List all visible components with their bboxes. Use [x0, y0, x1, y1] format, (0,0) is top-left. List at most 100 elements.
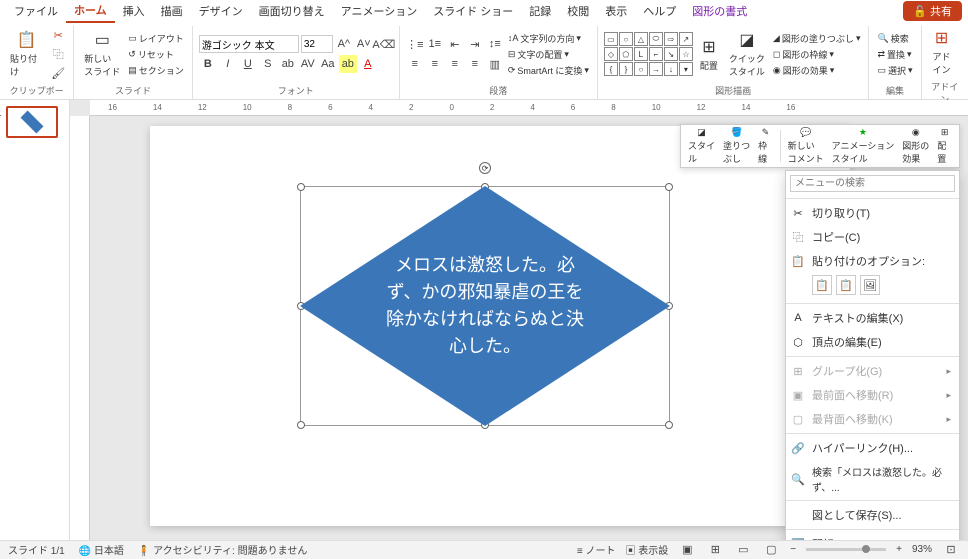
- slide-thumbnail-1[interactable]: 1: [6, 106, 58, 138]
- font-size-select[interactable]: [301, 35, 333, 53]
- ctx-hyperlink[interactable]: 🔗ハイパーリンク(H)...: [786, 436, 959, 460]
- spacing-button[interactable]: AV: [299, 55, 317, 73]
- paste-opt-1[interactable]: 📋: [812, 275, 832, 295]
- grow-font-icon[interactable]: A^: [335, 35, 353, 53]
- ctx-copy[interactable]: ⿻コピー(C): [786, 225, 959, 249]
- case-button[interactable]: Aa: [319, 55, 337, 73]
- fit-window-icon[interactable]: ⊡: [942, 541, 960, 559]
- view-slideshow-icon[interactable]: ▢: [762, 541, 780, 559]
- shape-text[interactable]: メロスは激怒した。必ず、かの邪知暴虐の王を除かなければならぬと決心した。: [380, 252, 590, 360]
- highlight-button[interactable]: ab: [339, 55, 357, 73]
- find-button[interactable]: 🔍 検索: [875, 31, 914, 46]
- mini-outline-button[interactable]: ✎枠線: [755, 125, 776, 167]
- tab-transitions[interactable]: 画面切り替え: [251, 0, 333, 22]
- diamond-shape[interactable]: メロスは激怒した。必ず、かの邪知暴虐の王を除かなければならぬと決心した。: [300, 186, 670, 426]
- align-right-button[interactable]: ≡: [446, 55, 464, 73]
- indent-dec-button[interactable]: ⇤: [446, 35, 464, 53]
- tab-draw[interactable]: 描画: [153, 0, 191, 22]
- tab-shape-format[interactable]: 図形の書式: [684, 0, 755, 22]
- replace-button[interactable]: ⇄ 置換 ▾: [875, 47, 914, 62]
- align-left-button[interactable]: ≡: [406, 55, 424, 73]
- selected-shape[interactable]: ⟳ メロスは激怒した。必ず、かの邪知暴虐の王を除かなければならぬと決心した。: [300, 186, 670, 426]
- columns-button[interactable]: ▥: [486, 55, 504, 73]
- tab-design[interactable]: デザイン: [191, 0, 251, 22]
- tab-review[interactable]: 校閲: [559, 0, 597, 22]
- view-reading-icon[interactable]: ▭: [734, 541, 752, 559]
- select-button[interactable]: ▭ 選択 ▾: [875, 63, 914, 78]
- strike-button[interactable]: S: [259, 55, 277, 73]
- ctx-search[interactable]: 🔍検索「メロスは激怒した。必ず、...: [786, 460, 959, 498]
- view-normal-icon[interactable]: ▣: [678, 541, 696, 559]
- ctx-edit-text[interactable]: Aテキストの編集(X): [786, 306, 959, 330]
- ctx-save-picture[interactable]: 図として保存(S)...: [786, 503, 959, 527]
- shape-outline-button[interactable]: ◻ 図形の枠線 ▾: [771, 47, 863, 62]
- clear-format-icon[interactable]: A⌫: [375, 35, 393, 53]
- language-indicator[interactable]: 🌐 日本語: [79, 542, 124, 557]
- line-spacing-button[interactable]: ↕≡: [486, 35, 504, 53]
- underline-button[interactable]: U: [239, 55, 257, 73]
- section-button[interactable]: ▤ セクション: [126, 63, 186, 78]
- menu-search-input[interactable]: [790, 175, 955, 192]
- zoom-in-button[interactable]: +: [896, 544, 902, 555]
- format-painter-icon[interactable]: 🖌: [49, 64, 67, 82]
- tab-insert[interactable]: 挿入: [115, 0, 153, 22]
- quick-style-button[interactable]: ◪クイック スタイル: [725, 28, 769, 80]
- tab-record[interactable]: 記録: [521, 0, 559, 22]
- shadow-button[interactable]: ab: [279, 55, 297, 73]
- mini-comment-button[interactable]: 💬新しい コメント: [785, 125, 827, 167]
- tab-animations[interactable]: アニメーション: [333, 0, 426, 22]
- shape-fill-button[interactable]: ◢ 図形の塗りつぶし ▾: [771, 31, 863, 46]
- mini-effects-button[interactable]: ◉図形の 効果: [899, 125, 932, 167]
- tab-view[interactable]: 表示: [597, 0, 635, 22]
- tab-file[interactable]: ファイル: [6, 0, 66, 22]
- text-direction-button[interactable]: ↕A 文字列の方向 ▾: [506, 31, 591, 46]
- shapes-gallery[interactable]: ▭○△⬭⇨↗ ◇⬠L⌐↘☆ {}○→↓▾: [604, 32, 693, 76]
- accessibility-status[interactable]: 🧍 アクセシビリティ: 問題ありません: [138, 542, 307, 557]
- copy-icon[interactable]: ⿻: [49, 45, 67, 63]
- zoom-slider[interactable]: [806, 548, 886, 551]
- arrange-button[interactable]: ⊞配置: [695, 35, 723, 74]
- ctx-translate[interactable]: 🔤翻訳(S): [786, 532, 959, 540]
- paste-button[interactable]: 📋貼り付け: [6, 28, 47, 80]
- shrink-font-icon[interactable]: A˅: [355, 35, 373, 53]
- italic-button[interactable]: I: [219, 55, 237, 73]
- paste-opt-2[interactable]: 📋: [836, 275, 856, 295]
- ctx-edit-points[interactable]: ⬡頂点の編集(E): [786, 330, 959, 354]
- justify-button[interactable]: ≡: [466, 55, 484, 73]
- font-color-button[interactable]: A: [359, 55, 377, 73]
- share-button[interactable]: 🔓 共有: [903, 1, 962, 21]
- mini-arrange-button[interactable]: ⊞配置: [934, 125, 955, 167]
- tab-home[interactable]: ホーム: [66, 0, 115, 23]
- arrange-icon: ⊞: [699, 37, 719, 57]
- font-name-select[interactable]: [199, 35, 299, 53]
- text-align-button[interactable]: ⊟ 文字の配置 ▾: [506, 47, 591, 62]
- mini-style-button[interactable]: ◪スタイ ル: [685, 125, 718, 167]
- ctx-cut[interactable]: ✂切り取り(T): [786, 201, 959, 225]
- numbering-button[interactable]: 1≡: [426, 35, 444, 53]
- align-center-button[interactable]: ≡: [426, 55, 444, 73]
- cut-icon[interactable]: ✂: [49, 26, 67, 44]
- bullets-button[interactable]: ⋮≡: [406, 35, 424, 53]
- new-slide-button[interactable]: ▭新しい スライド: [80, 28, 124, 80]
- view-sorter-icon[interactable]: ⊞: [706, 541, 724, 559]
- notes-button[interactable]: ≡ ノート: [577, 542, 616, 557]
- mini-anim-button[interactable]: ★アニメーション スタイル: [829, 125, 898, 167]
- indent-inc-button[interactable]: ⇥: [466, 35, 484, 53]
- mini-fill-button[interactable]: 🪣塗りつ ぶし: [720, 125, 753, 167]
- slide-canvas[interactable]: ⟳ メロスは激怒した。必ず、かの邪知暴虐の王を除かなければならぬと決心した。: [150, 126, 850, 526]
- zoom-level[interactable]: 93%: [912, 544, 932, 555]
- display-settings[interactable]: ▣ 表示設: [626, 542, 669, 557]
- bold-button[interactable]: B: [199, 55, 217, 73]
- paste-opt-3[interactable]: 🖼: [860, 275, 880, 295]
- layout-button[interactable]: ▭ レイアウト: [126, 31, 186, 46]
- reset-button[interactable]: ↺ リセット: [126, 47, 186, 62]
- zoom-thumb[interactable]: [862, 545, 870, 553]
- shape-effects-button[interactable]: ◉ 図形の効果 ▾: [771, 63, 863, 78]
- smartart-button[interactable]: ⟳ SmartArt に変換 ▾: [506, 63, 591, 78]
- rotation-handle[interactable]: ⟳: [479, 162, 491, 174]
- slide-counter[interactable]: スライド 1/1: [8, 542, 65, 557]
- tab-slideshow[interactable]: スライド ショー: [425, 0, 521, 22]
- zoom-out-button[interactable]: −: [790, 544, 796, 555]
- tab-help[interactable]: ヘルプ: [635, 0, 684, 22]
- addin-button[interactable]: ⊞アド イン: [928, 26, 956, 78]
